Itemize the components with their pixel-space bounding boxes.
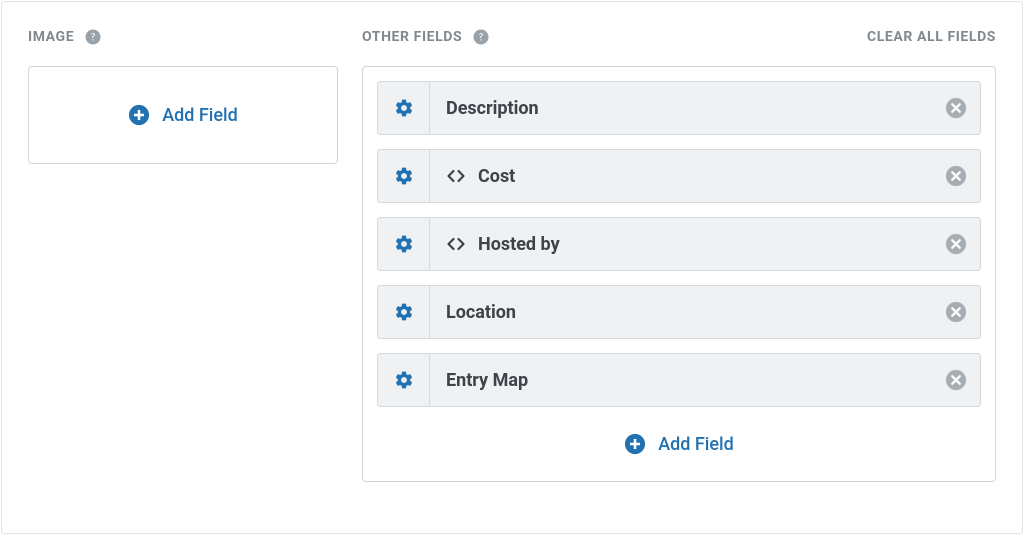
other-fields-container: Description Cost	[362, 66, 996, 482]
field-label-cell[interactable]: Entry Map	[430, 354, 932, 406]
field-label: Location	[446, 302, 516, 323]
add-image-field-button[interactable]: Add Field	[128, 92, 238, 138]
field-settings-button[interactable]	[378, 354, 430, 406]
field-settings-button[interactable]	[378, 82, 430, 134]
plus-circle-icon	[128, 104, 150, 126]
plus-circle-icon	[624, 433, 646, 455]
code-icon	[446, 166, 466, 186]
close-icon	[945, 301, 967, 323]
field-row[interactable]: Entry Map	[377, 353, 981, 407]
clear-all-fields-button[interactable]: CLEAR ALL FIELDS	[867, 29, 996, 45]
field-label: Entry Map	[446, 370, 528, 391]
field-settings-button[interactable]	[378, 286, 430, 338]
code-icon	[446, 234, 466, 254]
field-label: Hosted by	[478, 234, 560, 255]
field-label: Cost	[478, 166, 515, 187]
close-icon	[945, 369, 967, 391]
close-icon	[945, 97, 967, 119]
gear-icon	[394, 302, 414, 322]
field-settings-button[interactable]	[378, 218, 430, 270]
field-label-cell[interactable]: Hosted by	[430, 218, 932, 270]
remove-field-button[interactable]	[932, 82, 980, 134]
remove-field-button[interactable]	[932, 354, 980, 406]
help-icon[interactable]	[472, 28, 490, 46]
field-row[interactable]: Cost	[377, 149, 981, 203]
field-label-cell[interactable]: Description	[430, 82, 932, 134]
field-row[interactable]: Description	[377, 81, 981, 135]
field-row[interactable]: Location	[377, 285, 981, 339]
add-other-field-button[interactable]: Add Field	[377, 421, 981, 467]
gear-icon	[394, 370, 414, 390]
image-column: IMAGE Add Field	[28, 26, 338, 509]
close-icon	[945, 233, 967, 255]
add-image-field-label: Add Field	[162, 105, 238, 126]
remove-field-button[interactable]	[932, 218, 980, 270]
field-label-cell[interactable]: Cost	[430, 150, 932, 202]
other-section-title: OTHER FIELDS	[362, 29, 462, 45]
close-icon	[945, 165, 967, 187]
fields-panel: IMAGE Add Field OTHER FIELDS CLEAR ALL F…	[1, 1, 1023, 534]
gear-icon	[394, 166, 414, 186]
field-settings-button[interactable]	[378, 150, 430, 202]
gear-icon	[394, 98, 414, 118]
image-section-title: IMAGE	[28, 29, 74, 45]
other-fields-column: OTHER FIELDS CLEAR ALL FIELDS Descriptio…	[362, 26, 996, 509]
help-icon[interactable]	[84, 28, 102, 46]
field-label-cell[interactable]: Location	[430, 286, 932, 338]
add-other-field-label: Add Field	[658, 434, 734, 455]
gear-icon	[394, 234, 414, 254]
image-section-header: IMAGE	[28, 26, 338, 48]
field-row[interactable]: Hosted by	[377, 217, 981, 271]
other-section-header: OTHER FIELDS CLEAR ALL FIELDS	[362, 26, 996, 48]
remove-field-button[interactable]	[932, 150, 980, 202]
remove-field-button[interactable]	[932, 286, 980, 338]
image-drop-zone: Add Field	[28, 66, 338, 164]
field-label: Description	[446, 98, 539, 119]
